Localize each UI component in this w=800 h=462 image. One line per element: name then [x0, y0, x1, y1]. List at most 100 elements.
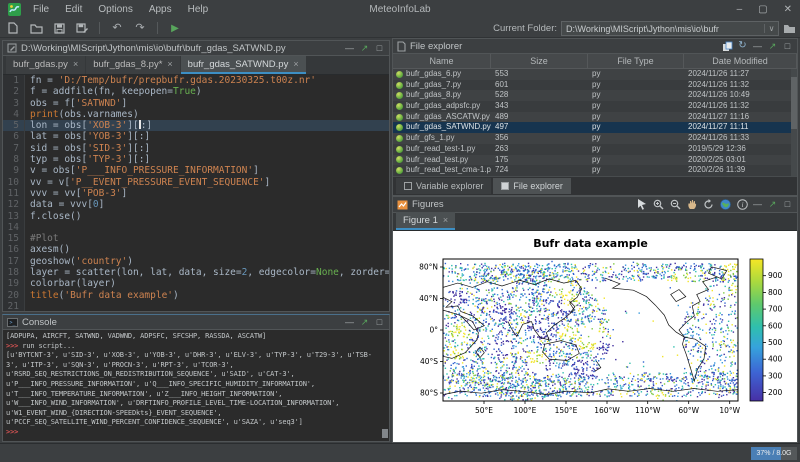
- new-file-icon[interactable]: [5, 20, 21, 36]
- tab-close-icon[interactable]: ×: [73, 59, 78, 69]
- close-icon[interactable]: ✕: [784, 4, 792, 15]
- file-row[interactable]: bufr_gdas_6.py553py2024/11/26 11:27: [393, 69, 797, 80]
- info-icon[interactable]: i: [737, 199, 748, 210]
- run-icon[interactable]: ▶: [167, 20, 183, 36]
- menu-options[interactable]: Options: [90, 0, 140, 19]
- line-number: 6: [3, 131, 25, 142]
- globe-icon[interactable]: [720, 199, 731, 210]
- column-header[interactable]: Size: [491, 54, 588, 68]
- line-number: 9: [3, 165, 25, 176]
- file-row[interactable]: bufr_gdas_8.py528py2024/11/26 10:49: [393, 90, 797, 101]
- panel-minimize-icon[interactable]: —: [344, 44, 355, 53]
- python-file-icon: [396, 82, 403, 89]
- file-table-scrollbar[interactable]: [791, 69, 797, 176]
- panel-maximize-icon[interactable]: □: [374, 318, 385, 327]
- undo-icon[interactable]: ↶: [109, 20, 125, 36]
- figure-canvas[interactable]: Bufr data example50°E100°E150°E160°W110°…: [393, 231, 797, 442]
- panel-float-icon[interactable]: ↗: [767, 200, 778, 209]
- panel-minimize-icon[interactable]: —: [752, 200, 763, 209]
- panel-minimize-icon[interactable]: —: [752, 42, 763, 51]
- python-file-icon: [396, 124, 403, 131]
- svg-text:300: 300: [768, 371, 783, 380]
- menu-apps[interactable]: Apps: [141, 0, 180, 19]
- code-editor[interactable]: 1fn = 'D:/Temp/bufr/prepbufr.gdas.202303…: [3, 75, 389, 311]
- window-controls: – ▢ ✕: [737, 0, 792, 19]
- console-output[interactable]: [ADPUPA, AIRCFT, SATWND, VADWND, ADPSFC,…: [3, 330, 389, 441]
- copy-page-icon[interactable]: [722, 41, 733, 52]
- console-line: >>> run script...: [6, 342, 386, 352]
- file-table-header: NameSizeFile TypeDate Modified: [393, 54, 797, 69]
- chevron-down-icon[interactable]: ∨: [764, 24, 778, 33]
- refresh-icon[interactable]: ↻: [737, 41, 748, 51]
- file-type: py: [588, 80, 684, 91]
- editor-tab-bar: bufr_gdas.py×bufr_gdas_8.py*×bufr_gdas_S…: [3, 56, 389, 75]
- panel-maximize-icon[interactable]: □: [782, 200, 793, 209]
- file-size: 553: [491, 69, 588, 80]
- save-as-icon[interactable]: [74, 20, 90, 36]
- file-row[interactable]: bufr_read_test-1.py263py2019/5/29 12:36: [393, 144, 797, 155]
- rotate-icon[interactable]: [703, 199, 714, 210]
- zoom-out-icon[interactable]: [670, 199, 681, 210]
- figure-toolbar: i: [637, 199, 748, 210]
- line-number: 7: [3, 143, 25, 154]
- console-scrollbar[interactable]: [382, 429, 388, 438]
- menu-edit[interactable]: Edit: [57, 0, 90, 19]
- editor-tab[interactable]: bufr_gdas_8.py*×: [86, 56, 179, 74]
- save-icon[interactable]: [51, 20, 67, 36]
- menu-help[interactable]: Help: [180, 0, 217, 19]
- file-row[interactable]: bufr_gfs_1.py356py2024/11/26 11:33: [393, 133, 797, 144]
- browse-folder-icon[interactable]: [783, 23, 796, 34]
- panel-maximize-icon[interactable]: □: [374, 44, 385, 53]
- file-row[interactable]: bufr_gdas_ASCATW.py489py2024/11/27 11:16: [393, 112, 797, 123]
- zoom-in-icon[interactable]: [653, 199, 664, 210]
- figure-tab[interactable]: Figure 1 ×: [396, 212, 455, 230]
- column-header[interactable]: File Type: [588, 54, 684, 68]
- code-line: 20title('Bufr data example'): [3, 290, 389, 301]
- file-row[interactable]: bufr_gdas_SATWND.py497py2024/11/27 11:11: [393, 122, 797, 133]
- panel-float-icon[interactable]: ↗: [767, 42, 778, 51]
- code-line: 21: [3, 301, 389, 311]
- python-file-icon: [396, 167, 403, 174]
- scrollbar-thumb[interactable]: [791, 77, 797, 129]
- explorer-tab-variable-explorer[interactable]: Variable explorer: [396, 178, 491, 194]
- minimize-icon[interactable]: –: [737, 4, 743, 15]
- code-line: 18layer = scatter(lon, lat, data, size=2…: [3, 267, 389, 278]
- python-file-icon: [396, 92, 403, 99]
- svg-text:0°: 0°: [429, 326, 438, 335]
- editor-tab[interactable]: bufr_gdas_SATWND.py×: [181, 56, 306, 74]
- python-file-icon: [396, 71, 403, 78]
- current-folder-combobox[interactable]: D:\Working\MIScript\Jython\mis\io\bufr ∨: [561, 21, 779, 36]
- file-row[interactable]: bufr_gdas_adpsfc.py343py2024/11/26 11:32: [393, 101, 797, 112]
- svg-text:150°E: 150°E: [555, 406, 578, 415]
- svg-text:80°S: 80°S: [420, 389, 438, 398]
- panel-minimize-icon[interactable]: —: [344, 318, 355, 327]
- maximize-icon[interactable]: ▢: [758, 4, 767, 15]
- code-line: 10vv = v['P__EVENT_PRESSURE_EVENT_SEQUEN…: [3, 177, 389, 188]
- file-type: py: [588, 155, 684, 166]
- panel-float-icon[interactable]: ↗: [359, 44, 370, 53]
- file-size: 175: [491, 155, 588, 166]
- line-number: 13: [3, 211, 25, 222]
- tab-label: Variable explorer: [416, 181, 483, 191]
- column-header[interactable]: Date Modified: [684, 54, 797, 68]
- column-header[interactable]: Name: [393, 54, 491, 68]
- panel-float-icon[interactable]: ↗: [359, 318, 370, 327]
- file-row[interactable]: bufr_read_test.py175py2020/2/25 03:01: [393, 155, 797, 166]
- pan-icon[interactable]: [687, 199, 697, 210]
- cursor-icon[interactable]: [637, 199, 647, 210]
- file-explorer-header: File explorer ↻ — ↗ □: [393, 39, 797, 54]
- file-type: py: [588, 90, 684, 101]
- editor-tab[interactable]: bufr_gdas.py×: [6, 56, 85, 74]
- explorer-tab-file-explorer[interactable]: File explorer: [493, 178, 571, 194]
- tab-close-icon[interactable]: ×: [293, 59, 298, 69]
- redo-icon[interactable]: ↷: [132, 20, 148, 36]
- console-header: >_ Console — ↗ □: [3, 315, 389, 330]
- code-line: 17geoshow('country'): [3, 256, 389, 267]
- tab-close-icon[interactable]: ×: [167, 59, 172, 69]
- tab-close-icon[interactable]: ×: [443, 215, 448, 225]
- menu-file[interactable]: File: [25, 0, 57, 19]
- panel-maximize-icon[interactable]: □: [782, 42, 793, 51]
- file-row[interactable]: bufr_read_test_cma-1.py724py2020/2/26 11…: [393, 165, 797, 176]
- file-row[interactable]: bufr_gdas_7.py601py2024/11/26 11:32: [393, 80, 797, 91]
- open-file-icon[interactable]: [28, 20, 44, 36]
